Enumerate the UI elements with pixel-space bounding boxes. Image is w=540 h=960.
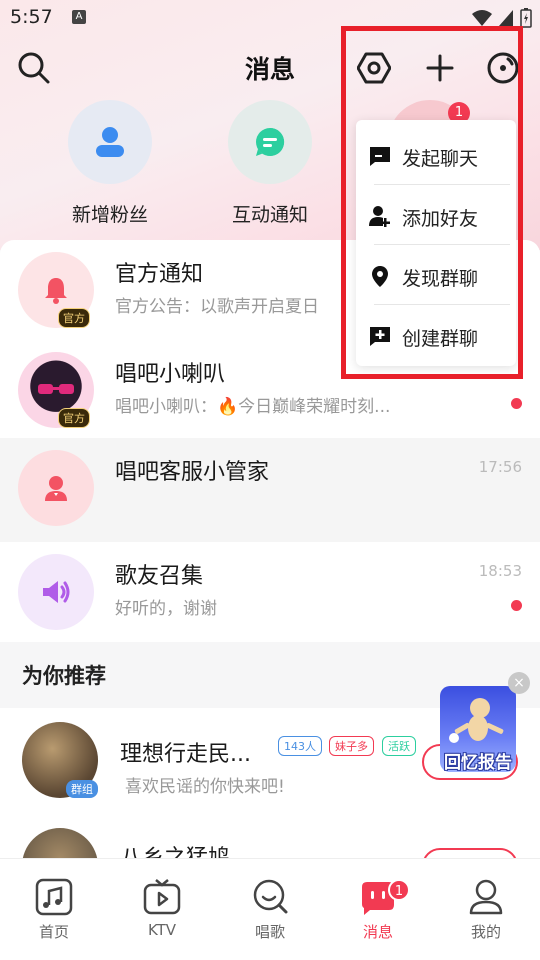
interaction-icon-circle	[228, 100, 312, 184]
conversation-song-friends[interactable]: 歌友召集 好听的，谢谢 18:53	[0, 542, 540, 642]
tab-badge: 1	[388, 879, 410, 901]
status-bar: 5:57 A	[0, 0, 540, 36]
add-friend-icon	[369, 206, 390, 227]
conversation-message: 唱吧小喇叭：🔥今日巅峰荣耀时刻...	[115, 397, 391, 417]
girls-tag: 妹子多	[329, 736, 374, 756]
music-note-icon	[35, 878, 73, 916]
tab-label: 消息	[362, 923, 393, 941]
customer-service-icon	[45, 476, 67, 501]
status-icons	[472, 8, 532, 28]
menu-label: 创建群聊	[402, 328, 479, 350]
add-button[interactable]	[418, 46, 462, 90]
conversation-time: 18:53	[478, 562, 522, 580]
sunglasses-icon	[38, 384, 74, 394]
new-fans-icon-circle	[68, 100, 152, 184]
quick-interaction[interactable]: 互动通知	[200, 100, 340, 227]
menu-divider	[374, 244, 510, 245]
user-icon	[469, 879, 503, 915]
quick-new-fans[interactable]: 新增粉丝	[40, 100, 180, 227]
menu-divider	[374, 304, 510, 305]
location-pin-icon	[372, 266, 388, 287]
status-indicator: A	[72, 10, 86, 24]
conversation-name: 唱吧客服小管家	[115, 460, 270, 485]
conversation-time: 17:56	[478, 458, 522, 476]
tab-label: 首页	[38, 923, 69, 941]
close-ad-button[interactable]: ×	[508, 672, 530, 694]
unread-dot	[511, 600, 522, 611]
active-tag: 活跃	[382, 736, 416, 756]
menu-label: 发起聊天	[402, 148, 479, 170]
disc-button[interactable]	[481, 46, 525, 90]
settings-button[interactable]	[352, 46, 396, 90]
wifi-icon	[472, 10, 492, 26]
header: 消息	[0, 40, 540, 100]
unread-dot	[511, 398, 522, 409]
tab-label: 唱歌	[254, 923, 285, 941]
tab-messages[interactable]: 1 消息	[324, 859, 432, 960]
menu-item-add-friend[interactable]: 添加好友	[356, 186, 516, 246]
quick-label: 互动通知	[231, 204, 308, 226]
add-menu: 发起聊天 添加好友 发现群聊 创建群聊	[356, 120, 516, 366]
conversation-customer-service[interactable]: 唱吧客服小管家 17:56	[0, 438, 540, 542]
bell-icon	[45, 278, 67, 304]
conversation-name: 官方通知	[115, 262, 204, 287]
tab-ktv[interactable]: KTV	[108, 859, 216, 960]
group-tag: 群组	[66, 780, 98, 798]
quick-label: 新增粉丝	[71, 204, 148, 226]
ad-text: 回忆报告	[444, 753, 512, 773]
signal-icon	[499, 10, 513, 26]
disc-icon	[487, 52, 519, 84]
menu-divider	[374, 184, 510, 185]
tab-me[interactable]: 我的	[432, 859, 540, 960]
plus-icon	[426, 54, 454, 82]
menu-item-discover-group[interactable]: 发现群聊	[356, 246, 516, 306]
recommend-header: 为你推荐	[22, 664, 106, 688]
conversation-name: 歌友召集	[115, 564, 204, 589]
menu-label: 添加好友	[402, 208, 479, 230]
member-count-tag: 143人	[278, 736, 322, 756]
battery-icon	[520, 8, 532, 28]
chat-icon	[370, 147, 390, 166]
tab-sing[interactable]: 唱歌	[216, 859, 324, 960]
avatar	[18, 554, 94, 630]
speaker-icon	[43, 581, 70, 603]
hexagon-settings-icon	[357, 52, 391, 84]
official-tag: 官方	[58, 308, 90, 328]
tab-label: KTV	[147, 921, 177, 939]
tab-home[interactable]: 首页	[0, 859, 108, 960]
create-group-icon	[370, 327, 390, 346]
menu-item-create-group[interactable]: 创建群聊	[356, 306, 516, 366]
mic-icon	[253, 879, 288, 914]
conversation-message: 好听的，谢谢	[115, 599, 217, 619]
person-icon	[96, 127, 124, 157]
bottom-tab-bar: 首页 KTV 唱歌 1 消息 我的	[0, 858, 540, 960]
avatar	[18, 450, 94, 526]
tv-play-icon	[143, 879, 181, 915]
conversation-name: 唱吧小喇叭	[115, 362, 226, 387]
chat-bubble-icon	[256, 127, 285, 156]
menu-label: 发现群聊	[402, 268, 479, 290]
menu-item-start-chat[interactable]: 发起聊天	[356, 126, 516, 186]
tab-label: 我的	[470, 923, 501, 941]
group-description: 喜欢民谣的你快来吧!	[125, 777, 285, 797]
status-time: 5:57	[10, 6, 53, 28]
official-tag: 官方	[58, 408, 90, 428]
group-name: 理想行走民...	[120, 742, 251, 767]
astronaut-icon	[449, 698, 504, 743]
